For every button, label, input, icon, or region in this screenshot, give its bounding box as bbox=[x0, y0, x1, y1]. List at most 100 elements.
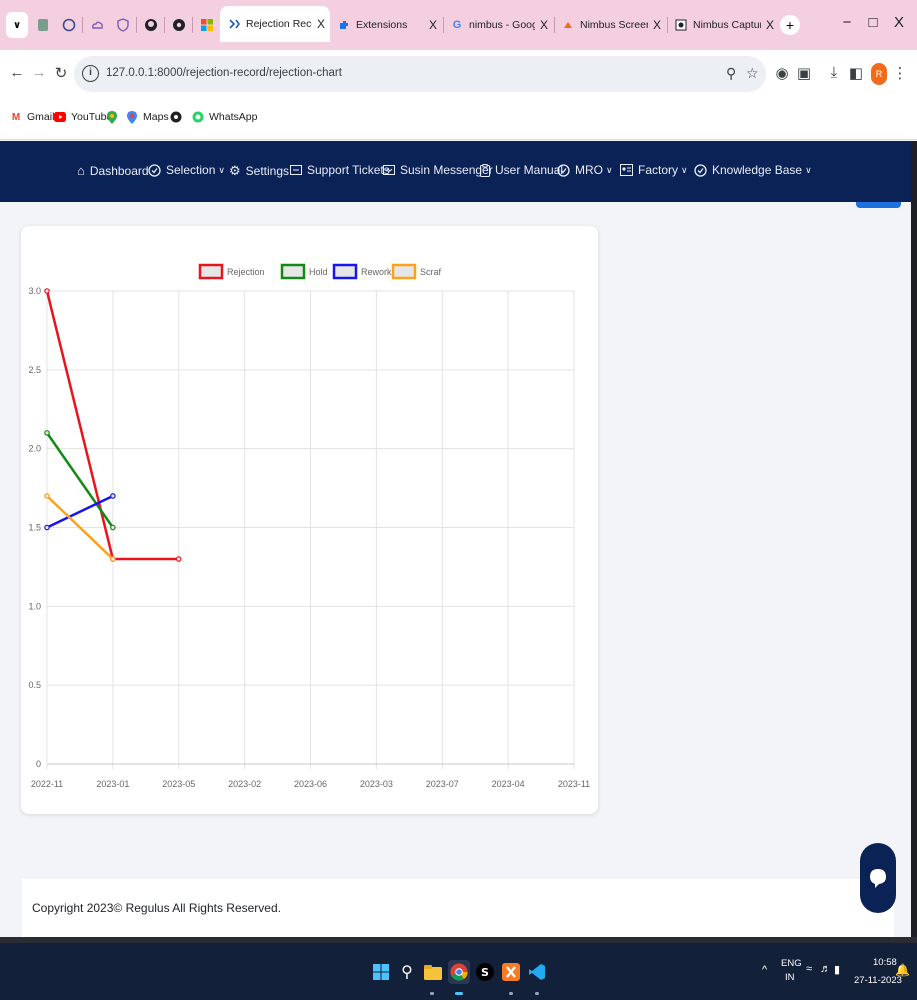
address-bar[interactable]: i 127.0.0.1:8000/rejection-record/reject… bbox=[74, 56, 766, 92]
xampp-icon[interactable] bbox=[500, 960, 522, 984]
bookmark-gmail[interactable]: M Gmail bbox=[10, 111, 55, 123]
browser-menu-icon[interactable]: ⋮ bbox=[890, 64, 910, 82]
pinned-tab-github-2-icon[interactable] bbox=[166, 12, 192, 38]
download-icon[interactable]: ⤓ bbox=[824, 64, 844, 81]
forward-arrow-icon[interactable]: → bbox=[29, 64, 49, 81]
nav-label: MRO bbox=[575, 163, 603, 177]
data-point-scraf bbox=[110, 556, 116, 562]
tab-close-icon[interactable]: X bbox=[648, 18, 666, 32]
tab-nimbus-screenshot[interactable]: Nimbus Screenshot & X bbox=[554, 8, 666, 42]
nav-susin-messenger[interactable]: Susin Messenger bbox=[383, 163, 493, 177]
tab-close-icon[interactable]: X bbox=[424, 18, 442, 32]
data-point-rejection bbox=[44, 288, 50, 294]
vscode-icon[interactable] bbox=[526, 960, 548, 984]
tab-close-icon[interactable]: X bbox=[312, 17, 330, 31]
data-point-rework bbox=[44, 524, 50, 531]
nav-factory[interactable]: Factory ∨ bbox=[620, 163, 688, 177]
chat-bubble-icon bbox=[870, 869, 886, 888]
screenshot-extension-icon[interactable]: ◉ bbox=[772, 64, 792, 82]
youtube-icon bbox=[54, 111, 66, 123]
tab-close-icon[interactable]: X bbox=[761, 18, 779, 32]
volume-icon[interactable]: ♬ bbox=[820, 963, 831, 975]
app-s-icon[interactable]: S bbox=[474, 960, 496, 984]
tab-close-icon[interactable]: X bbox=[535, 18, 553, 32]
chevron-down-icon: ∨ bbox=[681, 164, 688, 175]
nav-user-manual[interactable]: User Manual bbox=[480, 163, 563, 177]
lang-bottom: IN bbox=[785, 972, 795, 983]
zoom-icon[interactable]: ⚲ bbox=[726, 65, 736, 82]
tray-chevron-icon[interactable]: ^ bbox=[762, 964, 767, 976]
data-point-hold bbox=[110, 524, 116, 531]
y-tick-label: 1.5 bbox=[28, 523, 41, 533]
nav-selection[interactable]: Selection ∨ bbox=[148, 163, 225, 177]
legend-label: Scraf bbox=[420, 267, 442, 277]
home-icon: ⌂ bbox=[77, 163, 85, 178]
taskbar-running-indicator bbox=[535, 992, 539, 995]
laravel-favicon-icon bbox=[228, 18, 240, 30]
bookmark-github[interactable] bbox=[170, 111, 187, 123]
x-tick-label: 2023-02 bbox=[228, 779, 261, 789]
bookmark-maps-pin[interactable] bbox=[106, 110, 123, 124]
y-tick-label: 0 bbox=[36, 759, 41, 769]
file-explorer-icon[interactable] bbox=[422, 960, 444, 984]
bookmark-maps[interactable]: Maps bbox=[126, 110, 169, 124]
nav-support-tickets[interactable]: Support Tickets bbox=[290, 163, 390, 177]
notification-bell-icon[interactable]: 🔔 bbox=[895, 963, 910, 977]
extensions-puzzle-icon[interactable]: ▣ bbox=[794, 64, 814, 82]
bookmark-star-icon[interactable]: ☆ bbox=[746, 65, 759, 82]
nav-settings[interactable]: ⚙ Settings bbox=[229, 163, 289, 179]
pinned-tab-shield-icon[interactable] bbox=[110, 12, 136, 38]
pinned-tab-gitlab-icon[interactable] bbox=[56, 12, 82, 38]
language-indicator[interactable]: ENG IN bbox=[781, 958, 802, 983]
side-panel-icon[interactable]: ◧ bbox=[846, 64, 866, 82]
reload-icon[interactable]: ↻ bbox=[51, 64, 71, 82]
header-action-button[interactable] bbox=[856, 202, 901, 208]
nav-mro[interactable]: MRO ∨ bbox=[557, 163, 613, 177]
url-text[interactable]: 127.0.0.1:8000/rejection-record/rejectio… bbox=[106, 67, 342, 79]
search-icon[interactable]: ⚲ bbox=[396, 960, 418, 984]
series-line-hold bbox=[45, 432, 114, 529]
tab-google-search[interactable]: G nimbus - Google Sear X bbox=[443, 8, 553, 42]
legend-swatch-rework bbox=[332, 263, 358, 280]
tab-search-chevron-icon[interactable]: ∨ bbox=[6, 12, 28, 38]
bookmark-label: WhatsApp bbox=[209, 111, 258, 123]
chrome-icon[interactable] bbox=[448, 960, 470, 984]
rejection-line-chart: 0 0.5 1.0 1.5 2.0 2.5 3.0 2022-11 2023-01 2023-05… bbox=[28, 263, 590, 789]
y-tick-label: 2.5 bbox=[28, 365, 41, 375]
pinned-tab-cloud-icon[interactable] bbox=[84, 12, 110, 38]
battery-icon[interactable]: ▮ bbox=[834, 963, 840, 976]
y-tick-label: 1.0 bbox=[28, 601, 41, 611]
x-tick-label: 2023-03 bbox=[360, 779, 393, 789]
back-arrow-icon[interactable]: ← bbox=[7, 64, 27, 81]
x-tick-label: 2023-11 bbox=[558, 779, 590, 789]
nav-label: Settings bbox=[245, 164, 290, 178]
pinned-tab-microsoft-icon[interactable] bbox=[194, 12, 220, 38]
window-close-button[interactable]: X bbox=[884, 14, 914, 31]
bookmark-youtube[interactable]: YouTube bbox=[54, 111, 112, 123]
page-scrollbar[interactable] bbox=[911, 141, 917, 941]
tab-nimbus-capture[interactable]: Nimbus Capture Wiza X bbox=[667, 8, 779, 42]
new-tab-button[interactable]: + bbox=[780, 15, 800, 35]
browser-tab-strip: ∨ Rejection Record Deta X Extensions X G… bbox=[0, 0, 917, 50]
profile-avatar[interactable]: R bbox=[871, 63, 887, 85]
windows-start-icon[interactable] bbox=[370, 960, 392, 984]
tab-title: Nimbus Screenshot & bbox=[580, 19, 648, 31]
github-icon bbox=[170, 111, 182, 123]
tab-extensions[interactable]: Extensions X bbox=[330, 8, 442, 42]
nav-dashboard[interactable]: ⌂ Dashboard bbox=[77, 163, 149, 178]
rejection-chart-card: 0 0.5 1.0 1.5 2.0 2.5 3.0 2022-11 2023-01 2023-05… bbox=[21, 226, 598, 814]
legend-swatch-hold bbox=[280, 263, 306, 280]
pinned-tab-github-icon[interactable] bbox=[138, 12, 164, 38]
tab-title: Nimbus Capture Wiza bbox=[693, 19, 761, 31]
clock-time[interactable]: 10:58 bbox=[873, 957, 897, 968]
svg-text:S: S bbox=[481, 966, 489, 979]
bookmark-label: Gmail bbox=[27, 111, 55, 123]
pinned-tab-extension-icon[interactable] bbox=[30, 12, 56, 38]
site-info-icon[interactable]: i bbox=[82, 65, 99, 82]
bookmark-whatsapp[interactable]: WhatsApp bbox=[192, 111, 257, 123]
nimbus-favicon-icon bbox=[675, 19, 687, 31]
tab-rejection-record[interactable]: Rejection Record Deta X bbox=[220, 6, 330, 42]
wifi-icon[interactable]: ≈ bbox=[806, 963, 812, 975]
chat-widget-button[interactable] bbox=[860, 843, 896, 913]
nav-knowledge-base[interactable]: Knowledge Base ∨ bbox=[694, 163, 812, 177]
